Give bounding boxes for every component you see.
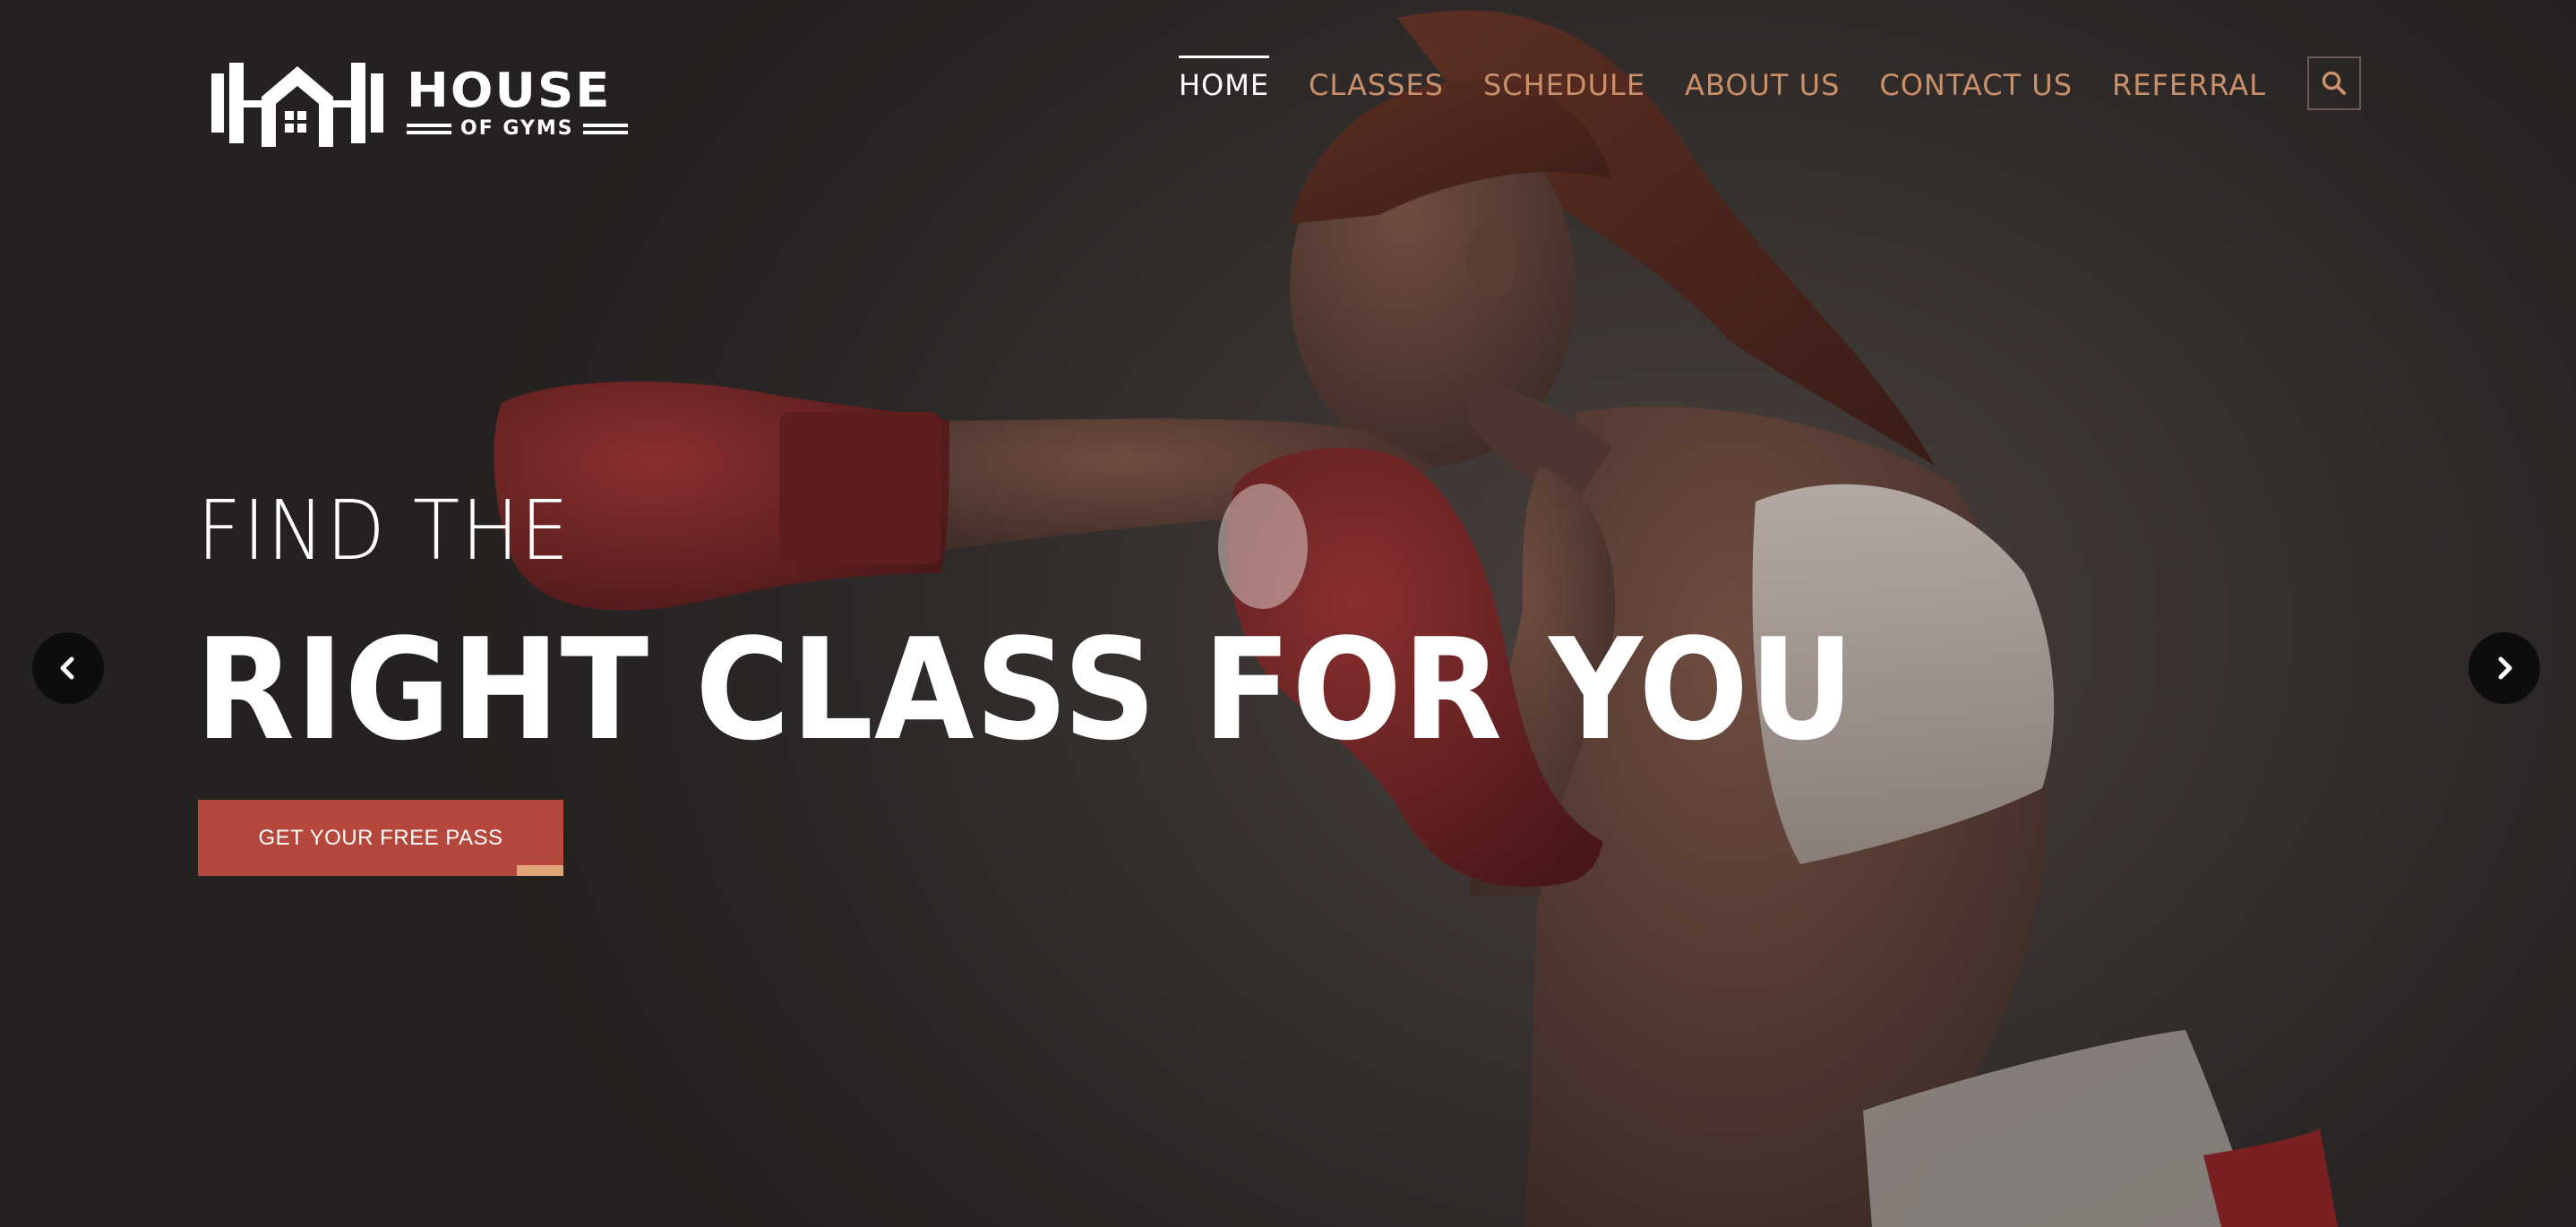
search-button[interactable] bbox=[2307, 56, 2361, 110]
hero-slider: HOUSE OF GYMS HOME CLASSES SCHEDULE ABOU… bbox=[0, 0, 2576, 1227]
free-pass-button[interactable]: GET YOUR FREE PASS bbox=[198, 800, 563, 876]
search-icon bbox=[2322, 71, 2346, 95]
hero-title: RIGHT CLASS FOR YOU bbox=[195, 608, 1856, 771]
logo-subtitle: OF GYMS bbox=[460, 117, 574, 140]
nav-home[interactable]: HOME bbox=[1178, 56, 1270, 111]
main-nav: HOME CLASSES SCHEDULE ABOUT US CONTACT U… bbox=[1178, 56, 2361, 111]
barbell-house-icon bbox=[211, 63, 383, 147]
nav-classes[interactable]: CLASSES bbox=[1309, 56, 1444, 111]
logo-left-bars bbox=[407, 124, 451, 134]
slider-prev-button[interactable] bbox=[32, 632, 104, 704]
chevron-right-icon bbox=[2498, 656, 2512, 680]
logo-title: HOUSE bbox=[407, 63, 612, 119]
slider-next-button[interactable] bbox=[2469, 632, 2540, 704]
logo-subtitle-row: OF GYMS bbox=[407, 118, 628, 140]
nav-referral[interactable]: REFERRAL bbox=[2112, 56, 2266, 111]
site-logo[interactable]: HOUSE OF GYMS bbox=[208, 54, 628, 152]
logo-right-bars bbox=[582, 124, 628, 134]
cta-accent-bar bbox=[517, 865, 563, 876]
chevron-left-icon bbox=[60, 656, 74, 680]
nav-about-us[interactable]: ABOUT US bbox=[1685, 56, 1840, 111]
logo-wordmark: HOUSE OF GYMS bbox=[407, 66, 628, 140]
nav-contact-us[interactable]: CONTACT US bbox=[1879, 56, 2073, 111]
free-pass-button-label: GET YOUR FREE PASS bbox=[258, 825, 503, 850]
nav-schedule[interactable]: SCHEDULE bbox=[1483, 56, 1645, 111]
hero-subtitle: FIND THE bbox=[197, 483, 571, 579]
